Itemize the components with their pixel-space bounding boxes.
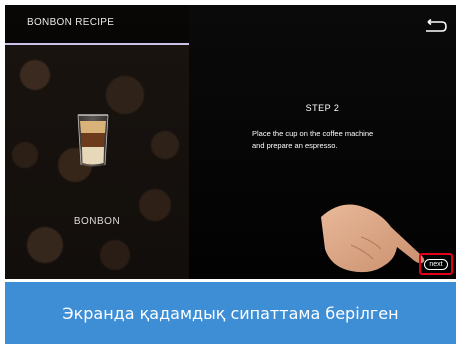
step-title: STEP 2 [305,103,340,113]
slide-frame: BONBON RECIPE BONBON STEP 2 Place the cu… [0,0,462,348]
caption-bar: Экранда қадамдық сипаттама берілген [5,282,456,344]
instruction-panel: STEP 2 Place the cup on the coffee machi… [189,5,456,279]
caption-text: Экранда қадамдық сипаттама берілген [62,303,399,323]
next-button-label: next [424,258,448,270]
recipe-panel: BONBON RECIPE BONBON [5,5,189,279]
step-instruction-line-2: and prepare an espresso. [252,141,338,150]
recipe-title: BONBON RECIPE [27,17,115,28]
machine-screen: BONBON RECIPE BONBON STEP 2 Place the cu… [5,5,456,279]
recipe-header: BONBON RECIPE [5,5,189,45]
bonbon-glass-icon [77,114,109,167]
step-instruction: Place the cup on the coffee machine and … [252,128,442,152]
back-arrow-icon[interactable] [422,19,448,35]
step-instruction-line-1: Place the cup on the coffee machine [252,129,374,138]
next-button[interactable]: next [419,253,453,275]
product-name: BONBON [73,216,121,227]
